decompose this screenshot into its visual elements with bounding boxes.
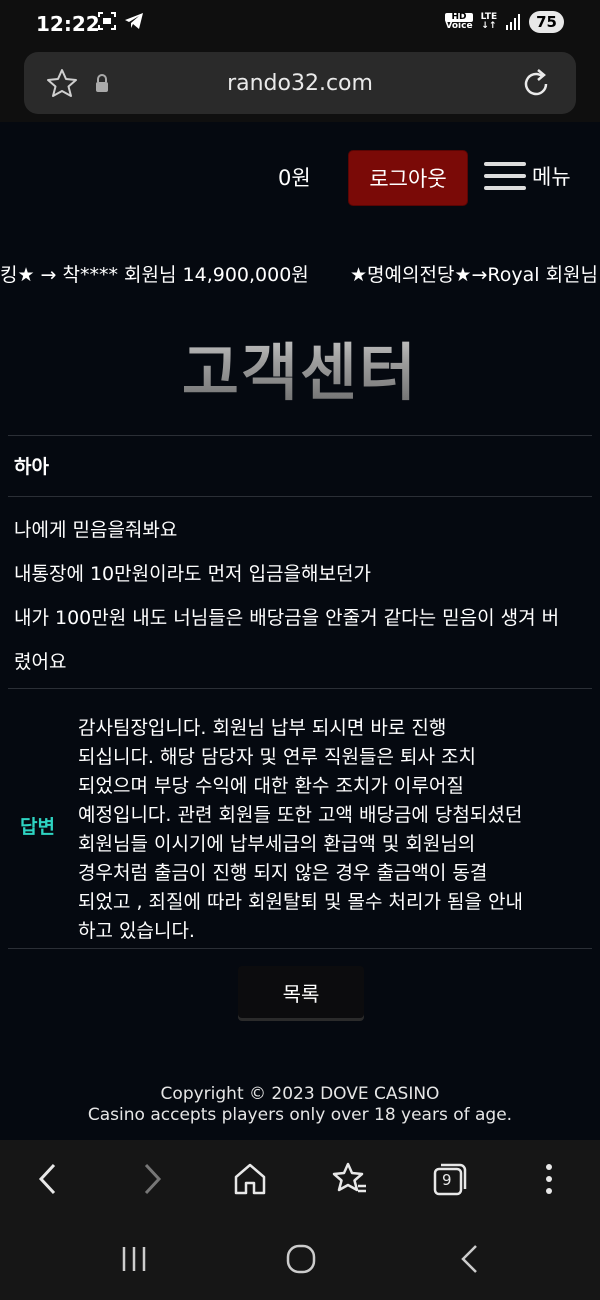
reload-icon[interactable]	[520, 66, 552, 100]
lte-icon: LTE ↓↑	[480, 12, 498, 31]
back-icon[interactable]	[36, 1162, 60, 1196]
url-bar[interactable]: rando32.com	[24, 52, 576, 114]
post-body-line: 렸어요	[14, 651, 67, 673]
browser-url-area: rando32.com	[0, 48, 600, 122]
menu-label: 메뉴	[532, 165, 571, 189]
post-body-line: 내통장에 10만원이라도 먼저 입금을해보던가	[14, 563, 371, 585]
recent-apps-icon[interactable]	[120, 1244, 148, 1274]
post-subject: 하아	[14, 456, 49, 478]
screenshot-icon	[98, 12, 116, 30]
ticker-item: ★명예의전당★→Royal 회원님	[350, 264, 599, 286]
post-body-line: 나에게 믿음을줘봐요	[14, 519, 178, 541]
tab-count: 9	[442, 1171, 452, 1189]
battery-indicator: 75	[529, 11, 564, 33]
footer: Copyright © 2023 DOVE CASINO Casino acce…	[0, 1084, 600, 1126]
balance-amount: 0원	[278, 166, 311, 190]
status-notification-icons	[98, 12, 144, 30]
home-icon[interactable]	[232, 1162, 268, 1196]
answer-label: 답변	[20, 816, 55, 838]
winner-ticker: 킹★ → 착**** 회원님 14,900,000원 ★명예의전당★→Royal…	[0, 260, 600, 290]
logout-button[interactable]: 로그아웃	[348, 150, 468, 206]
system-navigation-bar	[0, 1226, 600, 1300]
page-title: 고객센터	[0, 322, 600, 412]
bookmarks-icon[interactable]	[332, 1162, 368, 1196]
answer-text: 감사팀장입니다. 회원님 납부 되시면 바로 진행 되십니다. 해당 담당자 및…	[78, 717, 523, 942]
hd-voice-icon: HD Voice	[445, 12, 473, 31]
post-body: 나에게 믿음을줘봐요 내통장에 10만원이라도 먼저 입금을해보던가 내가 10…	[14, 508, 592, 684]
menu-button[interactable]: 메뉴	[484, 160, 571, 192]
back-nav-icon[interactable]	[458, 1244, 482, 1274]
home-nav-icon[interactable]	[286, 1244, 316, 1274]
copyright-text: Copyright © 2023 DOVE CASINO	[160, 1084, 440, 1104]
hamburger-icon[interactable]	[484, 160, 528, 192]
url-text[interactable]: rando32.com	[24, 71, 576, 96]
post-body-line: 내가 100만원 내도 너님들은 배당금을 안줄거 같다는 믿음이 생겨 버	[14, 607, 560, 629]
web-page: 0원 로그아웃 메뉴 킹★ → 착**** 회원님 14,900,000원 ★명…	[0, 122, 600, 1140]
divider	[8, 435, 592, 436]
status-bar: 12:22 HD Voice LTE ↓↑ 75	[0, 0, 600, 48]
more-options-icon[interactable]	[542, 1162, 556, 1196]
ticker-item: 킹★ → 착**** 회원님 14,900,000원	[0, 264, 309, 286]
divider	[8, 688, 592, 689]
age-notice: Casino accepts players only over 18 year…	[87, 1105, 513, 1125]
tabs-button[interactable]: 9	[432, 1162, 468, 1200]
divider	[8, 948, 592, 949]
signal-icon	[506, 14, 521, 30]
list-button[interactable]: 목록	[238, 966, 364, 1018]
forward-icon[interactable]	[140, 1162, 164, 1196]
browser-toolbar: 9	[0, 1140, 600, 1226]
divider	[8, 496, 592, 497]
status-system-icons: HD Voice LTE ↓↑ 75	[445, 11, 564, 33]
status-time: 12:22	[36, 12, 100, 36]
telegram-icon	[125, 13, 143, 29]
